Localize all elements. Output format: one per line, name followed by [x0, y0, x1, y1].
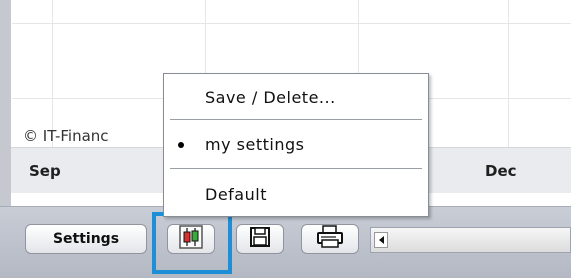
printer-icon [316, 225, 344, 253]
chart-left-border [0, 0, 11, 210]
menu-item-label: my settings [205, 135, 305, 154]
menu-separator [170, 119, 422, 120]
floppy-disk-icon [249, 226, 271, 252]
menu-item-default[interactable]: Default [164, 177, 428, 213]
settings-dropdown-menu: Save / Delete... my settings Default [163, 73, 429, 217]
menu-item-my-settings[interactable]: my settings [164, 127, 428, 163]
x-axis-label-sep: Sep [29, 162, 61, 180]
focus-ring [152, 212, 232, 274]
horizontal-scrollbar[interactable] [370, 227, 571, 253]
x-axis-label-dec: Dec [485, 162, 517, 180]
menu-item-save-delete[interactable]: Save / Delete... [164, 80, 428, 116]
scroll-left-arrow-icon[interactable] [374, 232, 388, 248]
save-button[interactable] [236, 224, 284, 254]
settings-button[interactable]: Settings [25, 224, 147, 254]
copyright-text: © IT-Financ [23, 127, 109, 145]
print-button[interactable] [301, 224, 359, 254]
selected-bullet-icon [178, 142, 184, 148]
menu-separator [170, 168, 422, 169]
grid-line [12, 23, 571, 24]
